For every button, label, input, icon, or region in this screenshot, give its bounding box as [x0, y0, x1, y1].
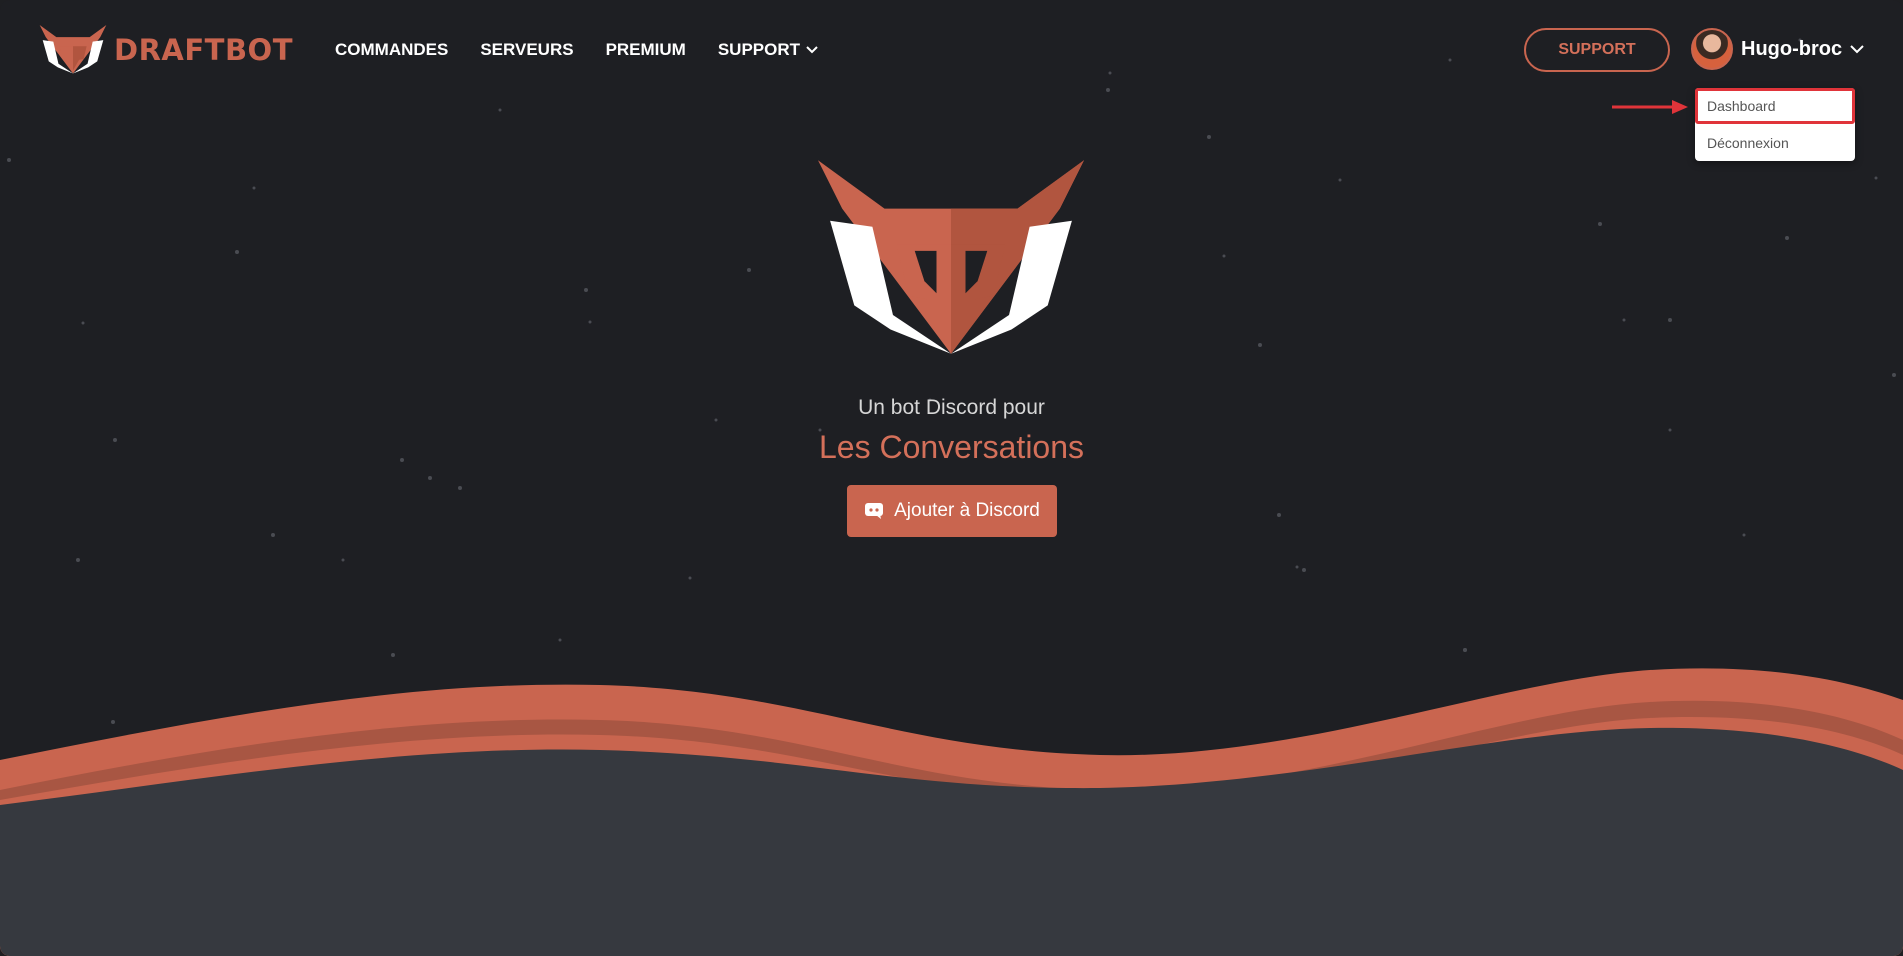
nav-premium-label: PREMIUM	[605, 40, 686, 59]
nav-serveurs-label: SERVEURS	[480, 40, 574, 59]
support-button[interactable]: SUPPORT	[1524, 28, 1670, 72]
hero-headline: Les Conversations	[818, 429, 1085, 465]
hero-subtitle: Un bot Discord pour	[858, 396, 1045, 419]
dropdown-item-deconnexion[interactable]: Déconnexion	[1695, 125, 1855, 161]
page: DRAFTBOT COMMANDES SERVEURS PREMIUM SUPP…	[0, 0, 1903, 956]
draftbot-logo-icon	[39, 25, 107, 74]
user-menu-toggle[interactable]: Hugo-broc	[1691, 28, 1864, 70]
add-to-discord-button[interactable]: Ajouter à Discord	[847, 485, 1057, 537]
brand-name: DRAFTBOT	[114, 33, 293, 67]
draftbot-hero-logo-icon	[818, 160, 1084, 354]
username: Hugo-broc	[1741, 37, 1843, 60]
discord-icon	[865, 503, 884, 519]
user-avatar	[1691, 28, 1733, 70]
dropdown-item-dashboard[interactable]: Dashboard	[1695, 88, 1855, 124]
wave-divider	[0, 668, 1903, 956]
nav-commandes-label: COMMANDES	[335, 40, 449, 59]
chevron-down-icon	[1850, 44, 1864, 53]
nav-serveurs[interactable]: SERVEURS	[480, 40, 573, 60]
nav-support-dropdown[interactable]: SUPPORT	[718, 40, 818, 60]
nav-premium[interactable]: PREMIUM	[606, 40, 686, 60]
nav-support-label: SUPPORT	[717, 40, 801, 59]
top-navbar: DRAFTBOT COMMANDES SERVEURS PREMIUM SUPP…	[0, 0, 1903, 100]
user-dropdown-menu: Dashboard Déconnexion	[1695, 88, 1855, 161]
annotation-arrow-icon	[1612, 100, 1688, 114]
nav-commandes[interactable]: COMMANDES	[335, 40, 448, 60]
chevron-down-icon	[806, 46, 818, 54]
brand-logo-link[interactable]: DRAFTBOT	[38, 25, 293, 75]
main-menu: COMMANDES SERVEURS PREMIUM SUPPORT	[335, 40, 818, 60]
add-to-discord-label: Ajouter à Discord	[894, 500, 1040, 521]
